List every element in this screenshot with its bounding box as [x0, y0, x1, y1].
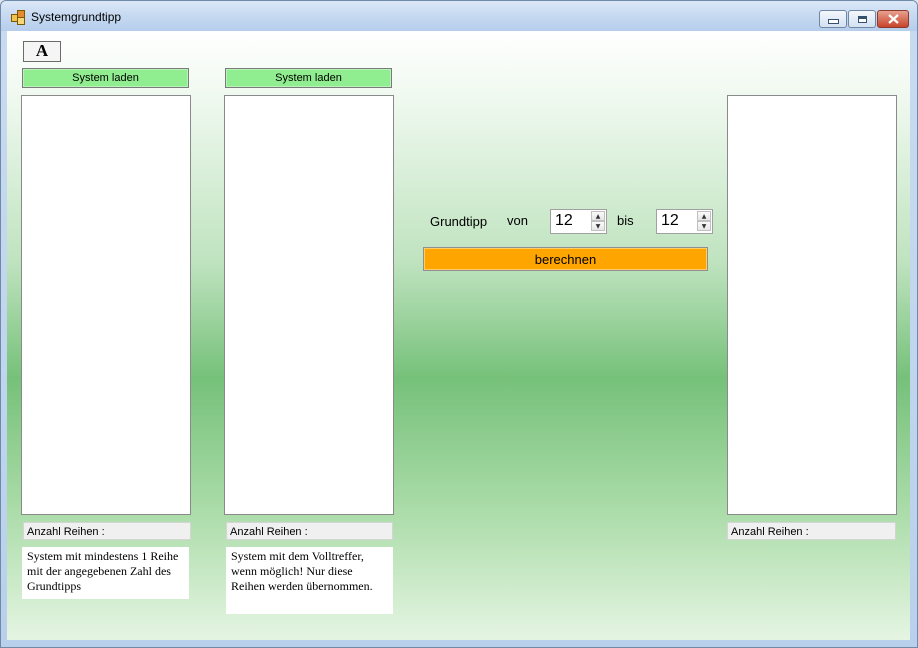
bis-label: bis — [617, 213, 634, 228]
minimize-icon — [820, 11, 846, 27]
row-count-middle: Anzahl Reihen : — [226, 522, 393, 540]
von-spinner[interactable]: 12 ▲ ▼ — [550, 209, 607, 234]
description-left: System mit mindestens 1 Reihe mit der an… — [22, 547, 189, 599]
main-window: Systemgrundtipp A System laden Anzahl Re… — [0, 0, 918, 648]
system-list-left[interactable] — [21, 95, 191, 515]
system-list-middle[interactable] — [224, 95, 394, 515]
description-middle: System mit dem Volltreffer, wenn möglich… — [226, 547, 393, 614]
spin-down-icon[interactable]: ▼ — [591, 221, 605, 231]
window-title: Systemgrundtipp — [31, 10, 122, 24]
von-value: 12 — [555, 212, 573, 229]
title-bar[interactable]: Systemgrundtipp — [1, 1, 917, 31]
grundtipp-label: Grundtipp — [430, 214, 488, 229]
client-area: A System laden Anzahl Reihen : System mi… — [7, 31, 910, 640]
close-button[interactable] — [877, 10, 909, 28]
von-label: von — [507, 213, 528, 228]
bis-value: 12 — [661, 212, 679, 229]
app-icon — [11, 10, 25, 25]
row-count-right: Anzahl Reihen : — [727, 522, 896, 540]
spin-down-icon[interactable]: ▼ — [697, 221, 711, 231]
spin-up-icon[interactable]: ▲ — [697, 211, 711, 221]
result-list-right[interactable] — [727, 95, 897, 515]
row-count-left: Anzahl Reihen : — [23, 522, 191, 540]
spin-up-icon[interactable]: ▲ — [591, 211, 605, 221]
close-icon — [878, 11, 908, 27]
bis-spinner[interactable]: 12 ▲ ▼ — [656, 209, 713, 234]
font-icon: A — [35, 41, 49, 60]
load-system-button-left[interactable]: System laden — [22, 68, 189, 88]
maximize-button[interactable] — [848, 10, 876, 28]
minimize-button[interactable] — [819, 10, 847, 28]
calculate-button[interactable]: berechnen — [423, 247, 708, 271]
load-system-button-middle[interactable]: System laden — [225, 68, 392, 88]
font-button[interactable]: A — [23, 41, 61, 62]
maximize-icon — [849, 11, 875, 27]
